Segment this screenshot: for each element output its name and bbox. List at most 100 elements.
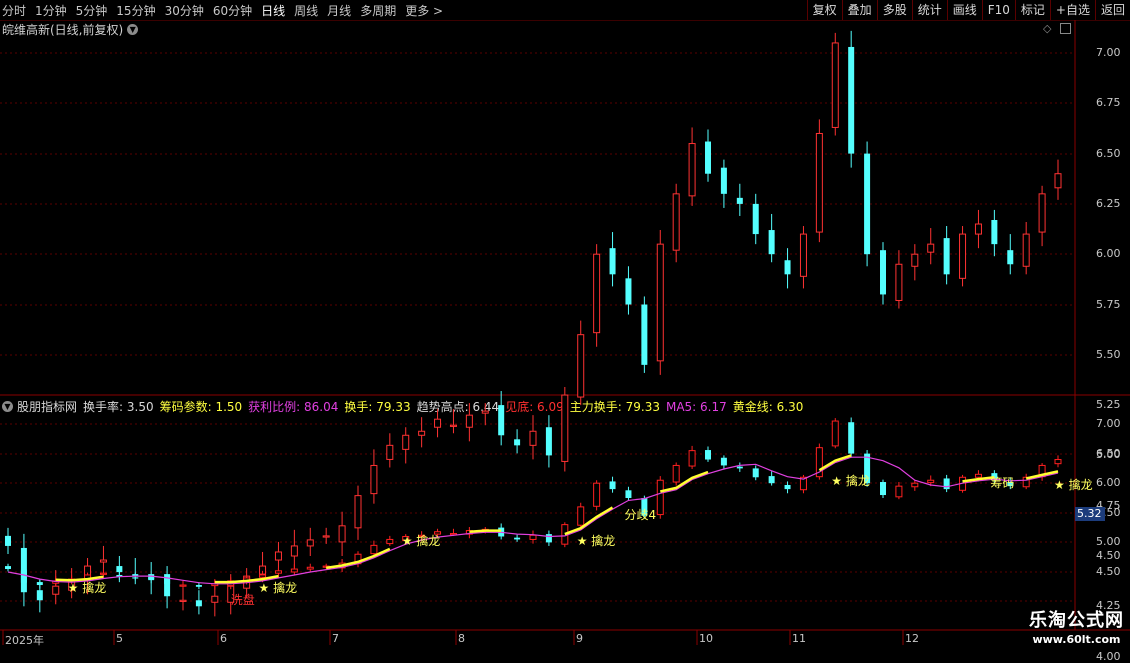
- price-candle[interactable]: [179, 599, 187, 602]
- price-candle[interactable]: [864, 153, 871, 255]
- price-candle[interactable]: [577, 334, 585, 398]
- kline-chart[interactable]: ★ 擒龙 ★ 擒龙洗盘★ 擒龙 ★ 擒龙分歧4★ 擒龙 筹码 ★ 擒龙: [0, 0, 1130, 650]
- price-candle[interactable]: [720, 167, 727, 194]
- indicator-candle[interactable]: [274, 570, 282, 574]
- indicator-candle[interactable]: [720, 457, 727, 466]
- price-candle[interactable]: [5, 535, 11, 546]
- price-candle[interactable]: [656, 243, 664, 362]
- price-candle[interactable]: [848, 46, 855, 154]
- price-candle[interactable]: [116, 566, 123, 573]
- indicator-candle[interactable]: [609, 481, 616, 490]
- price-candle[interactable]: [927, 243, 935, 253]
- price-candle[interactable]: [338, 525, 346, 543]
- indicator-candle[interactable]: [1054, 459, 1062, 465]
- price-candle[interactable]: [322, 535, 330, 538]
- indicator-candle[interactable]: [831, 420, 839, 447]
- indicator-candle[interactable]: [848, 422, 855, 454]
- indicator-candle[interactable]: [148, 577, 155, 580]
- price-candle[interactable]: [943, 238, 950, 275]
- price-candle[interactable]: [481, 410, 489, 414]
- indicator-candle[interactable]: [768, 476, 775, 484]
- price-candle[interactable]: [625, 278, 632, 305]
- price-candle[interactable]: [1022, 233, 1030, 267]
- price-candle[interactable]: [911, 253, 919, 267]
- indicator-candle[interactable]: [625, 490, 632, 498]
- indicator-candle[interactable]: [736, 466, 743, 469]
- indicator-candle[interactable]: [370, 544, 378, 555]
- indicator-candle[interactable]: [784, 484, 791, 490]
- price-candle[interactable]: [895, 263, 903, 301]
- indicator-candle[interactable]: [529, 534, 537, 540]
- price-candle[interactable]: [784, 260, 791, 275]
- price-candle[interactable]: [991, 219, 998, 245]
- price-candle[interactable]: [641, 304, 648, 365]
- indicator-candle[interactable]: [672, 464, 680, 483]
- price-candle[interactable]: [831, 42, 839, 128]
- price-candle[interactable]: [514, 439, 521, 446]
- price-candle[interactable]: [529, 430, 537, 446]
- price-candle[interactable]: [498, 405, 505, 436]
- indicator-candle[interactable]: [895, 485, 903, 498]
- price-candle[interactable]: [736, 197, 743, 204]
- price-candle[interactable]: [402, 434, 410, 450]
- price-candle[interactable]: [593, 253, 601, 334]
- price-candle[interactable]: [799, 233, 807, 277]
- price-candle[interactable]: [370, 464, 378, 495]
- indicator-candle[interactable]: [943, 478, 950, 490]
- indicator-candle[interactable]: [36, 582, 43, 586]
- date-tick: 6: [220, 632, 227, 645]
- price-candle[interactable]: [354, 495, 362, 529]
- price-candle[interactable]: [449, 424, 457, 427]
- indicator-candle[interactable]: [577, 506, 585, 526]
- signal-label: 洗盘: [231, 592, 255, 607]
- price-candle[interactable]: [386, 444, 394, 460]
- indicator-candle[interactable]: [195, 585, 202, 587]
- price-candle[interactable]: [959, 233, 967, 279]
- indicator-candle[interactable]: [752, 468, 759, 478]
- indicator-candle[interactable]: [688, 450, 696, 467]
- price-candle[interactable]: [99, 559, 107, 563]
- price-candle[interactable]: [974, 223, 982, 235]
- price-candle[interactable]: [418, 430, 426, 436]
- indicator-candle[interactable]: [290, 568, 298, 573]
- price-candle[interactable]: [768, 230, 775, 255]
- indicator-candle[interactable]: [5, 566, 11, 570]
- price-candle[interactable]: [52, 585, 60, 595]
- price-candle[interactable]: [1054, 173, 1062, 189]
- indicator-candle[interactable]: [514, 537, 521, 540]
- indicator-candle[interactable]: [306, 566, 314, 570]
- price-candle[interactable]: [211, 595, 219, 603]
- price-candle[interactable]: [672, 193, 680, 251]
- price-candle[interactable]: [195, 600, 202, 607]
- price-candle[interactable]: [609, 248, 616, 275]
- price-candle[interactable]: [705, 141, 711, 174]
- indicator-candle[interactable]: [880, 482, 886, 496]
- price-candle[interactable]: [545, 427, 552, 456]
- indicator-candle[interactable]: [927, 479, 935, 484]
- price-candle[interactable]: [306, 539, 314, 547]
- indicator-candle[interactable]: [593, 482, 601, 507]
- indicator-candle[interactable]: [259, 574, 267, 578]
- indicator-candle[interactable]: [911, 482, 919, 488]
- price-candle[interactable]: [880, 250, 886, 295]
- date-tick: 8: [458, 632, 465, 645]
- price-candle[interactable]: [290, 545, 298, 557]
- indicator-candle[interactable]: [99, 572, 107, 575]
- price-candle[interactable]: [434, 418, 442, 428]
- price-candle[interactable]: [561, 394, 569, 462]
- indicator-candle[interactable]: [386, 538, 394, 545]
- indicator-candle[interactable]: [132, 577, 139, 579]
- indicator-candle[interactable]: [705, 450, 711, 460]
- price-candle[interactable]: [815, 132, 823, 233]
- price-candle[interactable]: [1007, 250, 1014, 265]
- price-candle[interactable]: [465, 414, 473, 428]
- price-candle[interactable]: [688, 143, 696, 197]
- price-candle[interactable]: [752, 203, 759, 235]
- indicator-candle[interactable]: [179, 584, 187, 587]
- price-candle[interactable]: [36, 590, 43, 601]
- indicator-candle[interactable]: [545, 534, 552, 543]
- price-candle[interactable]: [1038, 193, 1046, 233]
- price-candle[interactable]: [274, 551, 282, 561]
- indicator-candle[interactable]: [656, 479, 664, 516]
- indicator-candle[interactable]: [974, 473, 982, 478]
